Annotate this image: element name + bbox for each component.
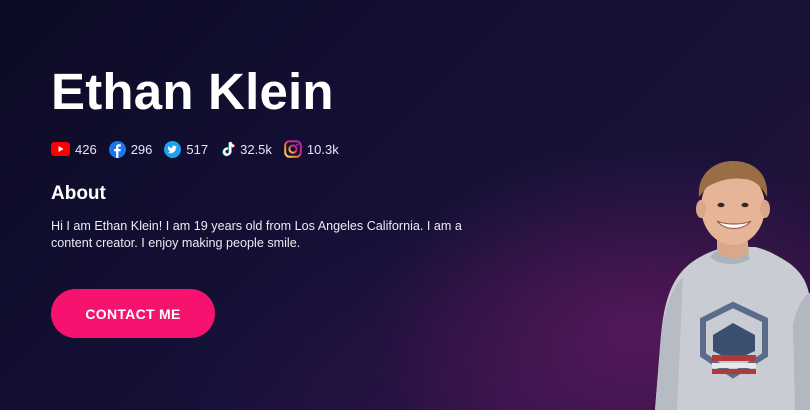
twitter-count: 517 (186, 141, 209, 157)
social-youtube[interactable]: 426 (51, 142, 97, 157)
facebook-count: 296 (130, 141, 153, 157)
facebook-icon (108, 140, 126, 158)
youtube-icon (51, 142, 70, 156)
social-instagram[interactable]: 10.3k (284, 140, 339, 158)
social-facebook[interactable]: 296 (108, 140, 153, 158)
tiktok-icon (222, 141, 235, 156)
contact-me-button[interactable]: CONTACT ME (51, 289, 215, 338)
tiktok-count: 32.5k (240, 141, 272, 157)
profile-name: Ethan Klein (51, 63, 334, 120)
social-stats: 426 296 517 32.5k 10.3k (51, 140, 339, 158)
about-text: Hi I am Ethan Klein! I am 19 years old f… (51, 219, 462, 250)
instagram-icon (284, 140, 302, 158)
twitter-icon (164, 140, 182, 158)
social-twitter[interactable]: 517 (164, 140, 209, 158)
youtube-count: 426 (75, 141, 97, 157)
social-tiktok[interactable]: 32.5k (220, 141, 272, 158)
profile-portrait (655, 161, 810, 410)
instagram-count: 10.3k (306, 141, 339, 157)
about-heading: About (51, 183, 106, 204)
